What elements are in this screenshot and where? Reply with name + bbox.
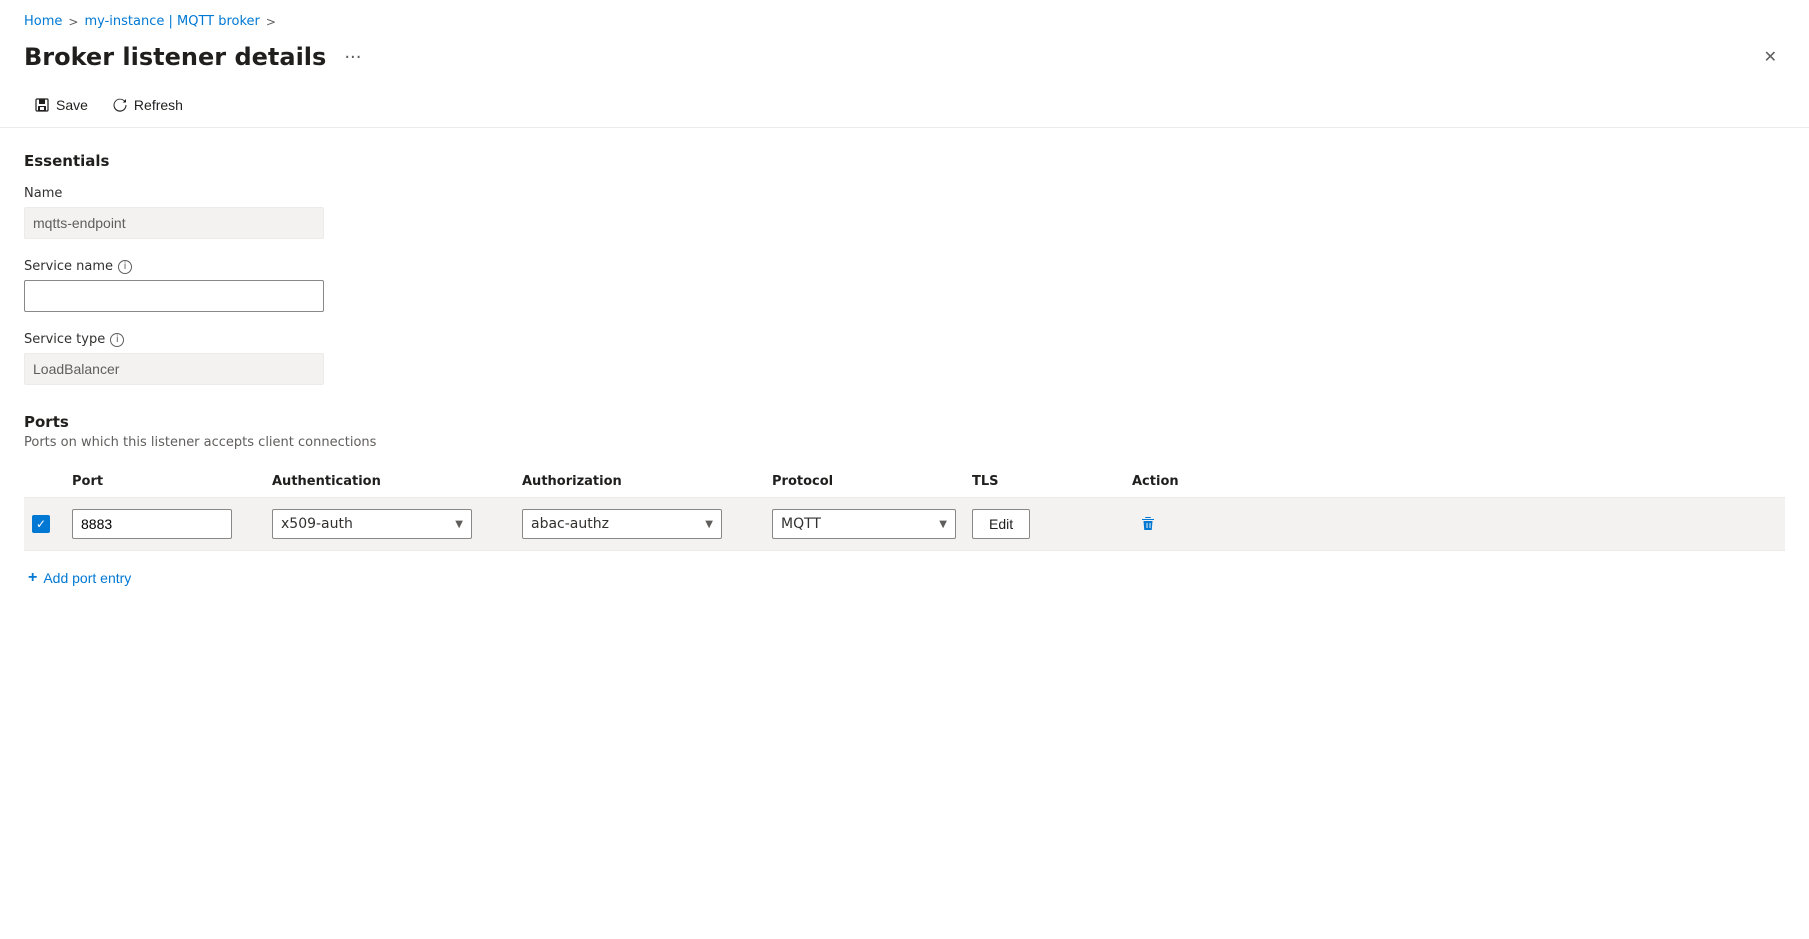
col-header-checkbox (24, 474, 64, 489)
save-label: Save (56, 97, 88, 113)
plus-icon: + (28, 569, 37, 587)
col-header-protocol: Protocol (764, 474, 964, 489)
refresh-label: Refresh (134, 97, 183, 113)
row-checkbox[interactable]: ✓ (32, 515, 50, 533)
service-type-info-icon: i (110, 333, 124, 347)
col-header-port: Port (64, 474, 264, 489)
authentication-value: x509-auth (281, 516, 353, 532)
service-name-field-group: Service name i (24, 259, 1785, 312)
authorization-value: abac-authz (531, 516, 609, 532)
table-row: ✓ x509-auth ▼ abac-authz ▼ (24, 498, 1785, 551)
header-left: Broker listener details ··· (24, 43, 367, 72)
essentials-section: Essentials Name Service name i Service t… (24, 152, 1785, 385)
page: Home > my-instance | MQTT broker > Broke… (0, 0, 1809, 939)
more-options-button[interactable]: ··· (338, 43, 367, 72)
col-header-action: Action (1124, 474, 1224, 489)
protocol-dropdown[interactable]: MQTT ▼ (772, 509, 956, 539)
row-action-cell (1124, 508, 1224, 540)
ports-description: Ports on which this listener accepts cli… (24, 435, 1785, 450)
toolbar: Save Refresh (0, 83, 1809, 128)
row-authentication-cell: x509-auth ▼ (264, 509, 514, 539)
col-header-authorization: Authorization (514, 474, 764, 489)
ports-section: Ports Ports on which this listener accep… (24, 413, 1785, 593)
port-input[interactable] (72, 509, 232, 539)
ports-title: Ports (24, 413, 1785, 431)
service-type-field-group: Service type i (24, 332, 1785, 385)
content: Essentials Name Service name i Service t… (0, 128, 1809, 617)
row-port-cell (64, 509, 264, 539)
row-tls-cell: Edit (964, 509, 1124, 539)
save-icon (34, 97, 50, 113)
save-button[interactable]: Save (24, 91, 98, 119)
service-name-info-icon: i (118, 260, 132, 274)
checkbox-check: ✓ (36, 517, 46, 531)
row-checkbox-cell: ✓ (24, 515, 64, 533)
add-entry-label: Add port entry (43, 570, 131, 586)
table-header: Port Authentication Authorization Protoc… (24, 466, 1785, 498)
service-name-label: Service name i (24, 259, 1785, 274)
row-protocol-cell: MQTT ▼ (764, 509, 964, 539)
name-input (24, 207, 324, 239)
header: Broker listener details ··· ✕ (0, 35, 1809, 83)
name-field-group: Name (24, 186, 1785, 239)
delete-icon (1139, 515, 1157, 533)
authentication-dropdown[interactable]: x509-auth ▼ (272, 509, 472, 539)
authorization-dropdown[interactable]: abac-authz ▼ (522, 509, 722, 539)
refresh-button[interactable]: Refresh (102, 91, 193, 119)
tls-edit-button[interactable]: Edit (972, 509, 1030, 539)
breadcrumb-sep2: > (266, 15, 276, 29)
col-header-tls: TLS (964, 474, 1124, 489)
row-authorization-cell: abac-authz ▼ (514, 509, 764, 539)
breadcrumb-sep1: > (68, 15, 78, 29)
protocol-dropdown-arrow: ▼ (939, 519, 947, 530)
authorization-dropdown-arrow: ▼ (705, 519, 713, 530)
breadcrumb-instance[interactable]: my-instance | MQTT broker (84, 14, 259, 29)
close-button[interactable]: ✕ (1756, 41, 1785, 73)
service-type-label: Service type i (24, 332, 1785, 347)
page-title: Broker listener details (24, 43, 326, 71)
col-header-authentication: Authentication (264, 474, 514, 489)
add-port-entry-button[interactable]: + Add port entry (24, 563, 135, 593)
breadcrumb: Home > my-instance | MQTT broker > (0, 0, 1809, 35)
name-label: Name (24, 186, 1785, 201)
protocol-value: MQTT (781, 516, 821, 532)
breadcrumb-home[interactable]: Home (24, 14, 62, 29)
authentication-dropdown-arrow: ▼ (455, 519, 463, 530)
service-name-input[interactable] (24, 280, 324, 312)
essentials-title: Essentials (24, 152, 1785, 170)
service-type-input (24, 353, 324, 385)
delete-row-button[interactable] (1132, 508, 1164, 540)
refresh-icon (112, 97, 128, 113)
